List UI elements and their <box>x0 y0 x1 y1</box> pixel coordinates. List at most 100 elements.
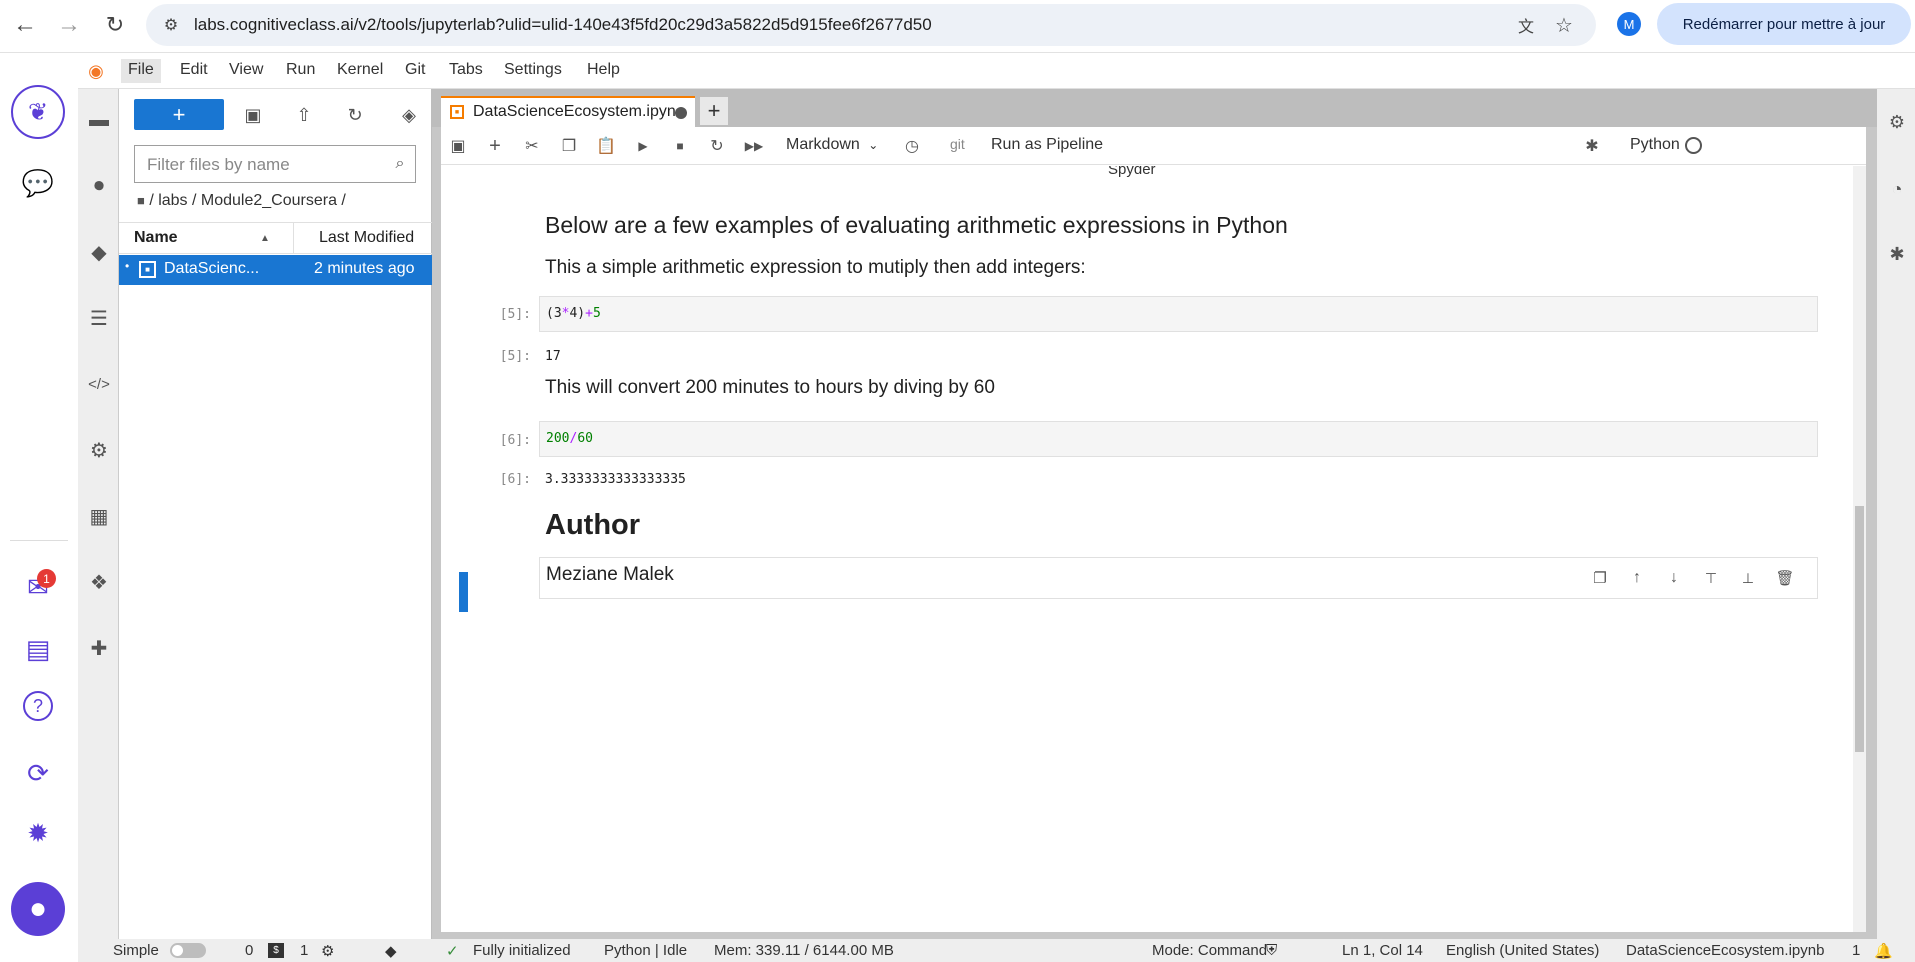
cursor-position[interactable]: Ln 1, Col 14 <box>1342 942 1423 959</box>
file-name[interactable]: DataScienc... <box>164 260 259 278</box>
folder-icon[interactable]: ■ <box>137 193 145 208</box>
paste-icon[interactable]: 📋 <box>593 134 619 158</box>
git-clone-icon[interactable]: ◈ <box>395 102 423 128</box>
running-kernels-icon[interactable]: ⏺ <box>84 171 114 201</box>
menu-tabs[interactable]: Tabs <box>442 59 490 83</box>
duplicate-cell-icon[interactable]: ❐ <box>1589 567 1611 589</box>
cell-type-value[interactable]: Markdown <box>786 136 860 153</box>
menu-file[interactable]: File <box>121 59 161 83</box>
spellcheck-language[interactable]: English (United States) <box>1446 942 1599 959</box>
upload-icon[interactable]: ⇧ <box>290 102 318 128</box>
user-avatar-icon[interactable]: ● <box>11 882 65 936</box>
cut-icon[interactable]: ✂ <box>519 134 545 158</box>
code-cell[interactable]: 200/60 <box>539 421 1818 457</box>
column-name-header[interactable]: Name <box>134 229 178 247</box>
sync-icon[interactable]: ⟳ <box>16 753 60 793</box>
menu-kernel[interactable]: Kernel <box>330 59 390 83</box>
kernel-count[interactable]: 1 <box>300 942 308 959</box>
copy-icon[interactable]: ❐ <box>556 134 582 158</box>
simple-mode-toggle[interactable] <box>170 943 206 958</box>
trusted-shield-icon[interactable]: ⛨ <box>1266 942 1277 959</box>
file-row[interactable]: • ■ DataScienc... 2 minutes ago <box>119 255 432 285</box>
folder-icon[interactable]: ▬ <box>84 105 114 135</box>
theme-sun-icon[interactable]: ✹ <box>16 813 60 853</box>
back-arrow-icon[interactable]: ← <box>8 8 42 42</box>
reload-icon[interactable]: ↻ <box>98 8 132 42</box>
run-as-pipeline-button[interactable]: Run as Pipeline <box>991 136 1103 154</box>
move-down-icon[interactable]: ↓ <box>1663 567 1685 589</box>
save-icon[interactable]: ▣ <box>445 134 471 158</box>
markdown-text: This will convert 200 minutes to hours b… <box>545 377 995 398</box>
menu-help[interactable]: Help <box>580 59 627 83</box>
delete-cell-icon[interactable]: 🗑 <box>1774 567 1796 589</box>
move-up-icon[interactable]: ↑ <box>1626 567 1648 589</box>
kernel-name[interactable]: Python <box>1630 136 1680 154</box>
property-inspector-icon[interactable]: ⚙ <box>1884 109 1910 135</box>
address-bar[interactable]: ⚙ labs.cognitiveclass.ai/v2/tools/jupyte… <box>146 4 1596 46</box>
scroll-thumb[interactable] <box>1855 506 1864 752</box>
cell-type-select[interactable]: Markdown ⌄ <box>786 136 878 154</box>
stop-icon[interactable]: ■ <box>667 134 693 158</box>
bell-icon[interactable]: 🔔 <box>1874 942 1893 960</box>
resource-usage-icon[interactable]: ◔ <box>1884 176 1910 202</box>
restart-update-button[interactable]: Redémarrer pour mettre à jour <box>1657 3 1911 45</box>
menu-run[interactable]: Run <box>279 59 322 83</box>
new-folder-icon[interactable]: ▣ <box>239 102 267 128</box>
notebook-panel: ▣ + ✂ ❐ 📋 ▶ ■ ↻ ▶▶ Markdown ⌄ ◷ git Run … <box>441 127 1866 932</box>
file-filter-placeholder[interactable]: Filter files by name <box>147 155 290 175</box>
right-sidebar: ⚙ ◔ ✱ <box>1877 89 1915 939</box>
unsaved-dot-icon[interactable] <box>675 107 687 119</box>
notebook-tab[interactable]: ■ DataScienceEcosystem.ipyn <box>441 96 695 127</box>
property-inspector-icon[interactable]: ⚙ <box>84 435 114 465</box>
sort-ascending-icon[interactable]: ▲ <box>258 231 272 245</box>
kernel-status[interactable]: Python | Idle <box>604 942 687 959</box>
menu-git[interactable]: Git <box>398 59 432 83</box>
insert-cell-icon[interactable]: + <box>482 134 508 158</box>
run-cell-icon[interactable]: ▶ <box>630 134 656 158</box>
new-launcher-button[interactable]: + <box>134 99 224 130</box>
news-icon[interactable]: ▤ <box>16 629 60 669</box>
forward-arrow-icon[interactable]: → <box>52 8 86 42</box>
insert-below-icon[interactable]: ⊥ <box>1737 567 1759 589</box>
notification-count[interactable]: 1 <box>1852 942 1860 959</box>
git-branch-icon[interactable]: ◆ <box>385 942 397 960</box>
terminal-count[interactable]: 0 <box>245 942 253 959</box>
help-icon[interactable]: ? <box>23 691 53 721</box>
breadcrumb-path[interactable]: / labs / Module2_Coursera / <box>149 192 346 209</box>
markdown-cell-active[interactable]: Meziane Malek ❐ ↑ ↓ ⊤ ⊥ 🗑 <box>539 557 1818 599</box>
site-settings-icon[interactable]: ⚙ <box>160 14 182 36</box>
translate-icon[interactable]: 文 <box>1514 13 1538 37</box>
insert-above-icon[interactable]: ⊤ <box>1700 567 1722 589</box>
code-snippets-icon[interactable]: </> <box>84 369 114 399</box>
scrollbar[interactable] <box>1853 166 1866 932</box>
chat-assistant-icon[interactable]: 💬 <box>16 163 60 203</box>
lsp-status[interactable]: Fully initialized <box>473 942 571 959</box>
menu-edit[interactable]: Edit <box>173 59 215 83</box>
notebook-tab-title[interactable]: DataScienceEcosystem.ipyn <box>473 103 676 121</box>
run-all-icon[interactable]: ▶▶ <box>741 134 767 158</box>
table-of-contents-icon[interactable]: ☰ <box>84 303 114 333</box>
git-label[interactable]: git <box>950 136 965 152</box>
active-cell-indicator[interactable] <box>459 572 468 612</box>
puzzle-icon[interactable]: ✚ <box>84 633 114 663</box>
add-tab-button[interactable]: + <box>700 97 728 125</box>
bookmark-star-icon[interactable]: ☆ <box>1551 12 1577 38</box>
menu-view[interactable]: View <box>222 59 270 83</box>
code-cell[interactable]: (3*4)+5 <box>539 296 1818 332</box>
url-text[interactable]: labs.cognitiveclass.ai/v2/tools/jupyterl… <box>194 15 932 35</box>
profile-avatar[interactable]: M <box>1617 12 1641 36</box>
refresh-icon[interactable]: ↻ <box>341 102 369 128</box>
menu-settings[interactable]: Settings <box>497 59 569 83</box>
kernel-status-icon <box>1685 137 1702 154</box>
chevron-down-icon: ⌄ <box>868 138 879 152</box>
column-modified-header[interactable]: Last Modified <box>319 229 414 247</box>
git-icon[interactable]: ◆ <box>84 237 114 267</box>
extension-manager-icon[interactable]: ▦ <box>84 501 114 531</box>
components-icon[interactable]: ❖ <box>84 567 114 597</box>
debugger-icon[interactable]: ✱ <box>1884 241 1910 267</box>
skills-network-logo-icon[interactable]: ❦ <box>11 85 65 139</box>
restart-kernel-icon[interactable]: ↻ <box>704 134 730 158</box>
file-filter-field[interactable]: Filter files by name ⌕ <box>134 145 416 183</box>
debugger-icon[interactable]: ✱ <box>1579 134 1605 158</box>
clock-icon[interactable]: ◷ <box>899 134 925 158</box>
